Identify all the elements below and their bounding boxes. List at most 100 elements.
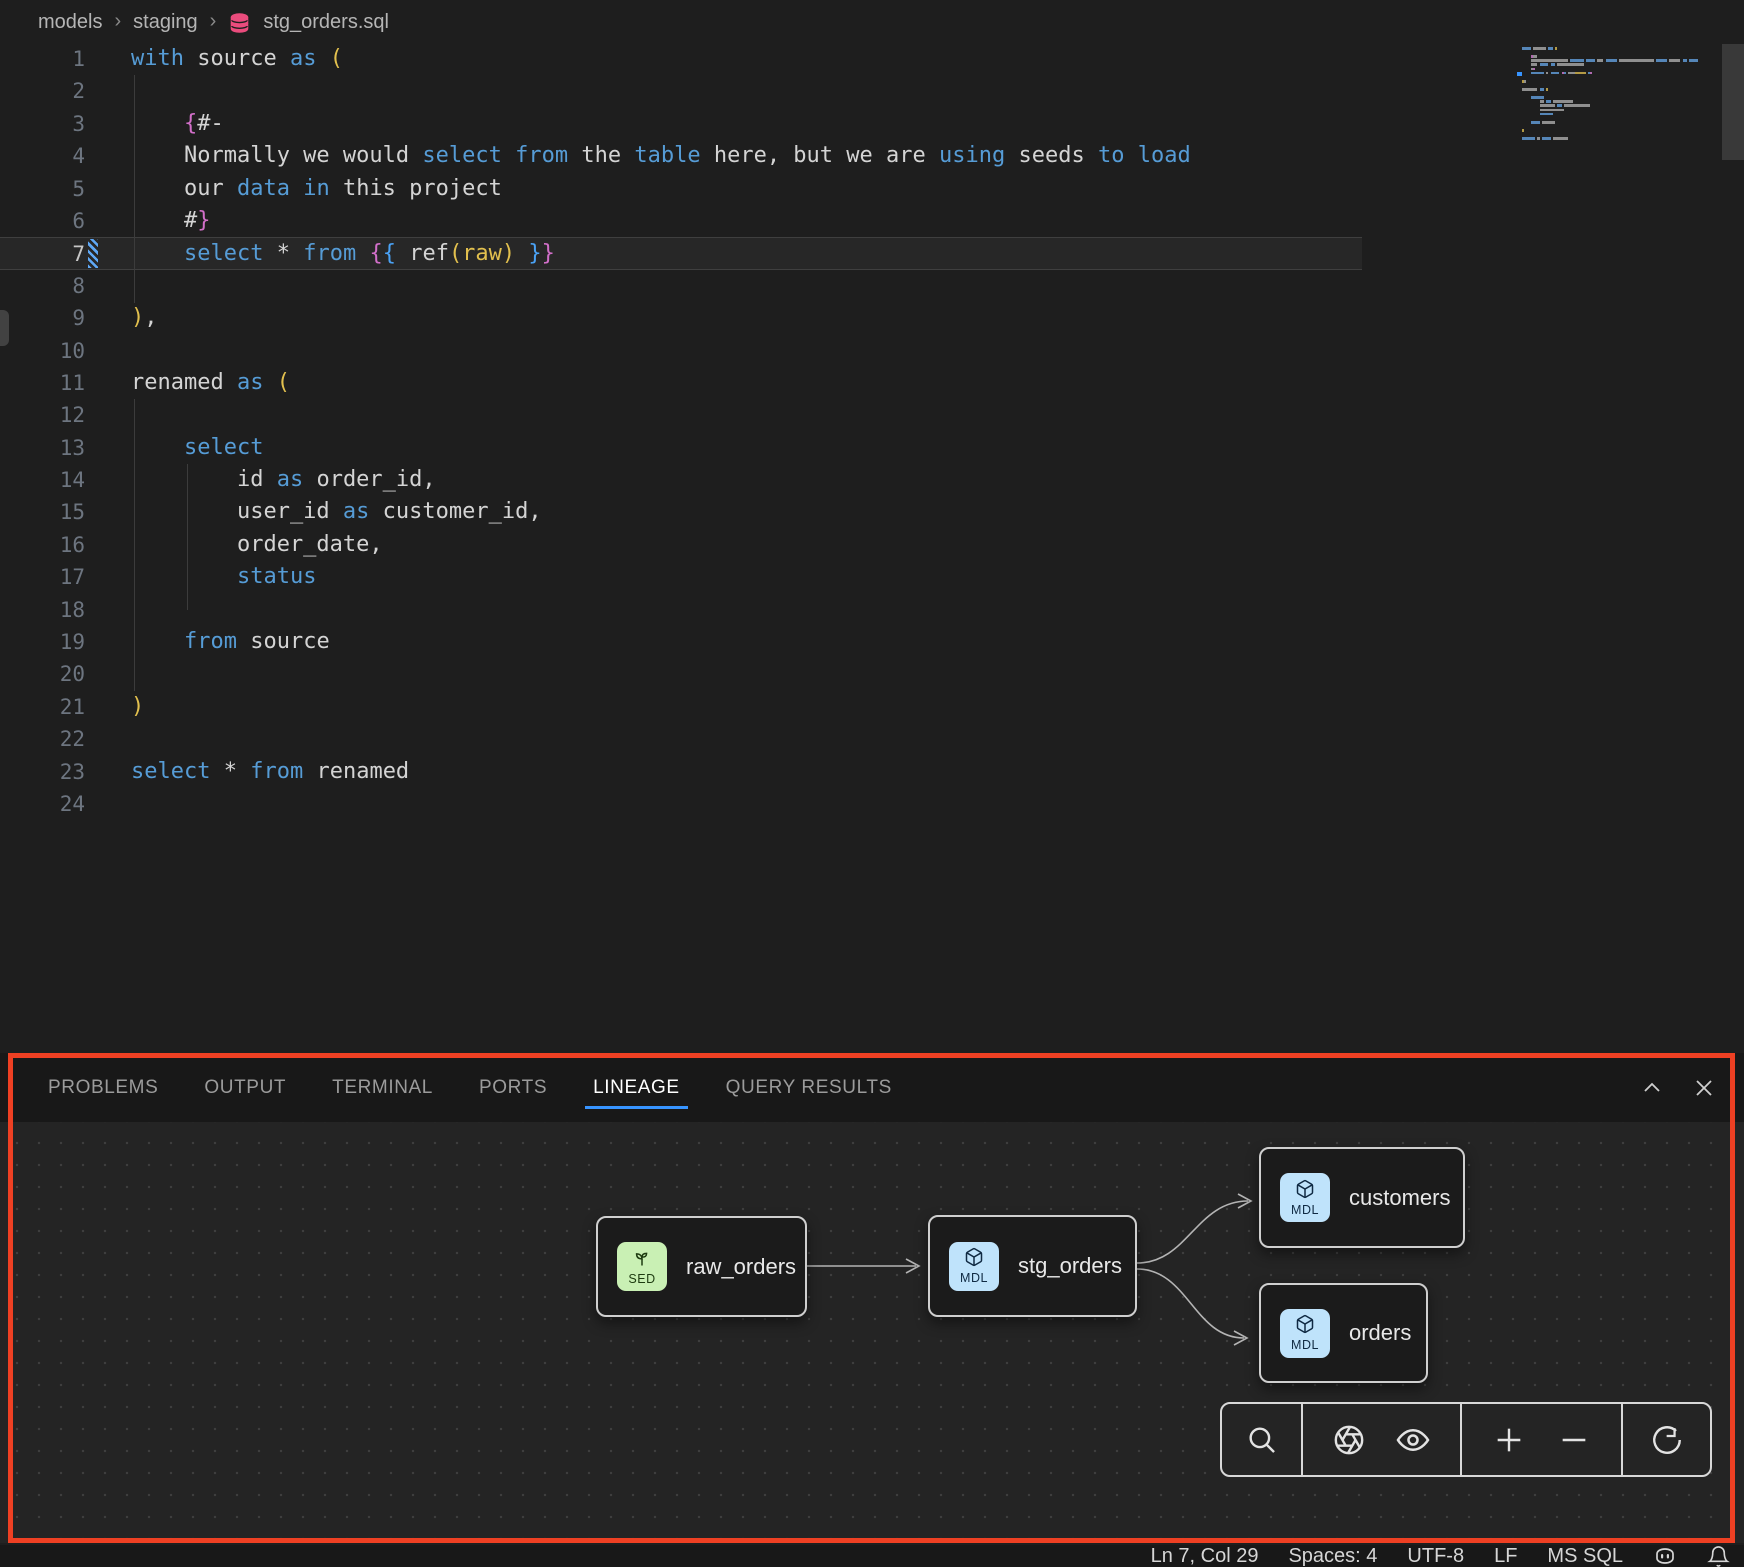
code-line: 4 Normally we would select from the tabl… <box>0 140 1362 172</box>
code-line: 23select * from renamed <box>0 756 1362 788</box>
gutter-decoration <box>85 496 131 528</box>
line-number: 18 <box>0 594 85 626</box>
tab-lineage[interactable]: LINEAGE <box>593 1053 680 1122</box>
tab-ports[interactable]: PORTS <box>479 1053 547 1122</box>
code-text: ), <box>131 302 158 334</box>
zoom-out-icon[interactable] <box>1557 1423 1591 1457</box>
code-text: from source <box>131 626 330 658</box>
line-number: 14 <box>0 464 85 496</box>
status-bar: Ln 7, Col 29 Spaces: 4 UTF-8 LF MS SQL <box>0 1545 1744 1567</box>
gutter-decoration <box>85 432 131 464</box>
aperture-icon[interactable] <box>1332 1423 1366 1457</box>
code-line: 7 select * from {{ ref(raw) }} <box>0 237 1362 269</box>
close-icon[interactable] <box>1692 1076 1716 1100</box>
chevron-right-icon: › <box>210 10 217 33</box>
line-number: 17 <box>0 561 85 593</box>
status-eol[interactable]: LF <box>1494 1545 1517 1567</box>
gutter-decoration <box>85 658 131 690</box>
code-text: #} <box>131 205 210 237</box>
code-text: our data in this project <box>131 173 502 205</box>
code-line: 2 <box>0 75 1362 107</box>
line-number: 1 <box>0 43 85 75</box>
zoom-in-icon[interactable] <box>1492 1423 1526 1457</box>
code-line: 20 <box>0 658 1362 690</box>
code-text: ) <box>131 691 144 723</box>
gutter-decoration <box>85 173 131 205</box>
bell-icon[interactable] <box>1707 1545 1730 1567</box>
gutter-decoration <box>85 756 131 788</box>
line-number: 5 <box>0 173 85 205</box>
lineage-node-customers[interactable]: MDL customers <box>1259 1147 1465 1248</box>
gutter-decoration <box>85 399 131 431</box>
lineage-canvas[interactable]: SED raw_orders MDL stg_orders <box>0 1122 1744 1543</box>
gutter-decoration <box>85 367 131 399</box>
search-icon[interactable] <box>1245 1423 1279 1457</box>
status-cursor-position[interactable]: Ln 7, Col 29 <box>1151 1545 1259 1567</box>
line-number: 4 <box>0 140 85 172</box>
line-number: 16 <box>0 529 85 561</box>
status-encoding[interactable]: UTF-8 <box>1407 1545 1464 1567</box>
code-line: 16 order_date, <box>0 529 1362 561</box>
minimap-current-line-marker <box>1517 72 1522 76</box>
gutter-decoration <box>85 788 131 820</box>
code-text: {#- <box>131 108 224 140</box>
tab-terminal[interactable]: TERMINAL <box>332 1053 433 1122</box>
code-line: 6 #} <box>0 205 1362 237</box>
code-line: 14 id as order_id, <box>0 464 1362 496</box>
cube-icon <box>1295 1179 1315 1204</box>
line-number: 20 <box>0 658 85 690</box>
code-editor[interactable]: 1with source as (23 {#-4 Normally we wou… <box>0 43 1744 820</box>
seed-badge: SED <box>617 1242 667 1291</box>
gutter-decoration <box>85 691 131 723</box>
code-line: 3 {#- <box>0 108 1362 140</box>
status-indentation[interactable]: Spaces: 4 <box>1288 1545 1377 1567</box>
breadcrumb-item-staging[interactable]: staging <box>133 11 198 34</box>
minimap[interactable] <box>1517 44 1702 364</box>
tab-query-results[interactable]: QUERY RESULTS <box>726 1053 892 1122</box>
tab-output[interactable]: OUTPUT <box>204 1053 286 1122</box>
node-label: raw_orders <box>686 1254 796 1280</box>
breadcrumb-item-models[interactable]: models <box>38 11 102 34</box>
scrollbar-thumb[interactable] <box>1722 44 1744 160</box>
code-line: 10 <box>0 335 1362 367</box>
code-line: 11renamed as ( <box>0 367 1362 399</box>
indent-guide <box>134 399 135 691</box>
badge-label: MDL <box>1291 1204 1319 1217</box>
vscode-window: models › staging › stg_orders.sql 1with … <box>0 0 1744 1567</box>
line-number: 3 <box>0 108 85 140</box>
database-icon <box>228 12 251 35</box>
lineage-node-stg-orders[interactable]: MDL stg_orders <box>928 1215 1137 1317</box>
chevron-right-icon: › <box>114 10 121 33</box>
lineage-node-orders[interactable]: MDL orders <box>1259 1283 1428 1383</box>
code-line: 17 status <box>0 561 1362 593</box>
model-badge: MDL <box>949 1242 999 1291</box>
code-text: user_id as customer_id, <box>131 496 542 528</box>
line-number: 9 <box>0 302 85 334</box>
code-text: select * from {{ ref(raw) }} <box>131 238 555 268</box>
gutter-decoration <box>85 594 131 626</box>
gutter-decoration <box>85 140 131 172</box>
tab-problems[interactable]: PROBLEMS <box>48 1053 158 1122</box>
badge-label: MDL <box>960 1272 988 1285</box>
breadcrumb-file[interactable]: stg_orders.sql <box>263 11 389 34</box>
gutter-decoration <box>85 561 131 593</box>
code-line: 19 from source <box>0 626 1362 658</box>
status-language-mode[interactable]: MS SQL <box>1547 1545 1623 1567</box>
gutter-decoration <box>85 626 131 658</box>
code-line: 1with source as ( <box>0 43 1362 75</box>
lineage-node-raw-orders[interactable]: SED raw_orders <box>596 1216 807 1317</box>
line-number: 7 <box>0 238 85 268</box>
lineage-edges <box>0 1122 1744 1543</box>
chevron-up-icon[interactable] <box>1640 1076 1664 1100</box>
eye-icon[interactable] <box>1395 1422 1431 1458</box>
model-badge: MDL <box>1280 1309 1330 1358</box>
copilot-icon[interactable] <box>1653 1544 1677 1567</box>
lineage-toolbar <box>1220 1402 1712 1477</box>
badge-label: SED <box>628 1273 655 1286</box>
code-text: select <box>131 432 263 464</box>
breadcrumb: models › staging › stg_orders.sql <box>0 0 1744 44</box>
gutter-decoration <box>85 75 131 107</box>
refresh-icon[interactable] <box>1650 1423 1684 1457</box>
gutter-decoration <box>85 302 131 334</box>
code-text: Normally we would select from the table … <box>131 140 1191 172</box>
